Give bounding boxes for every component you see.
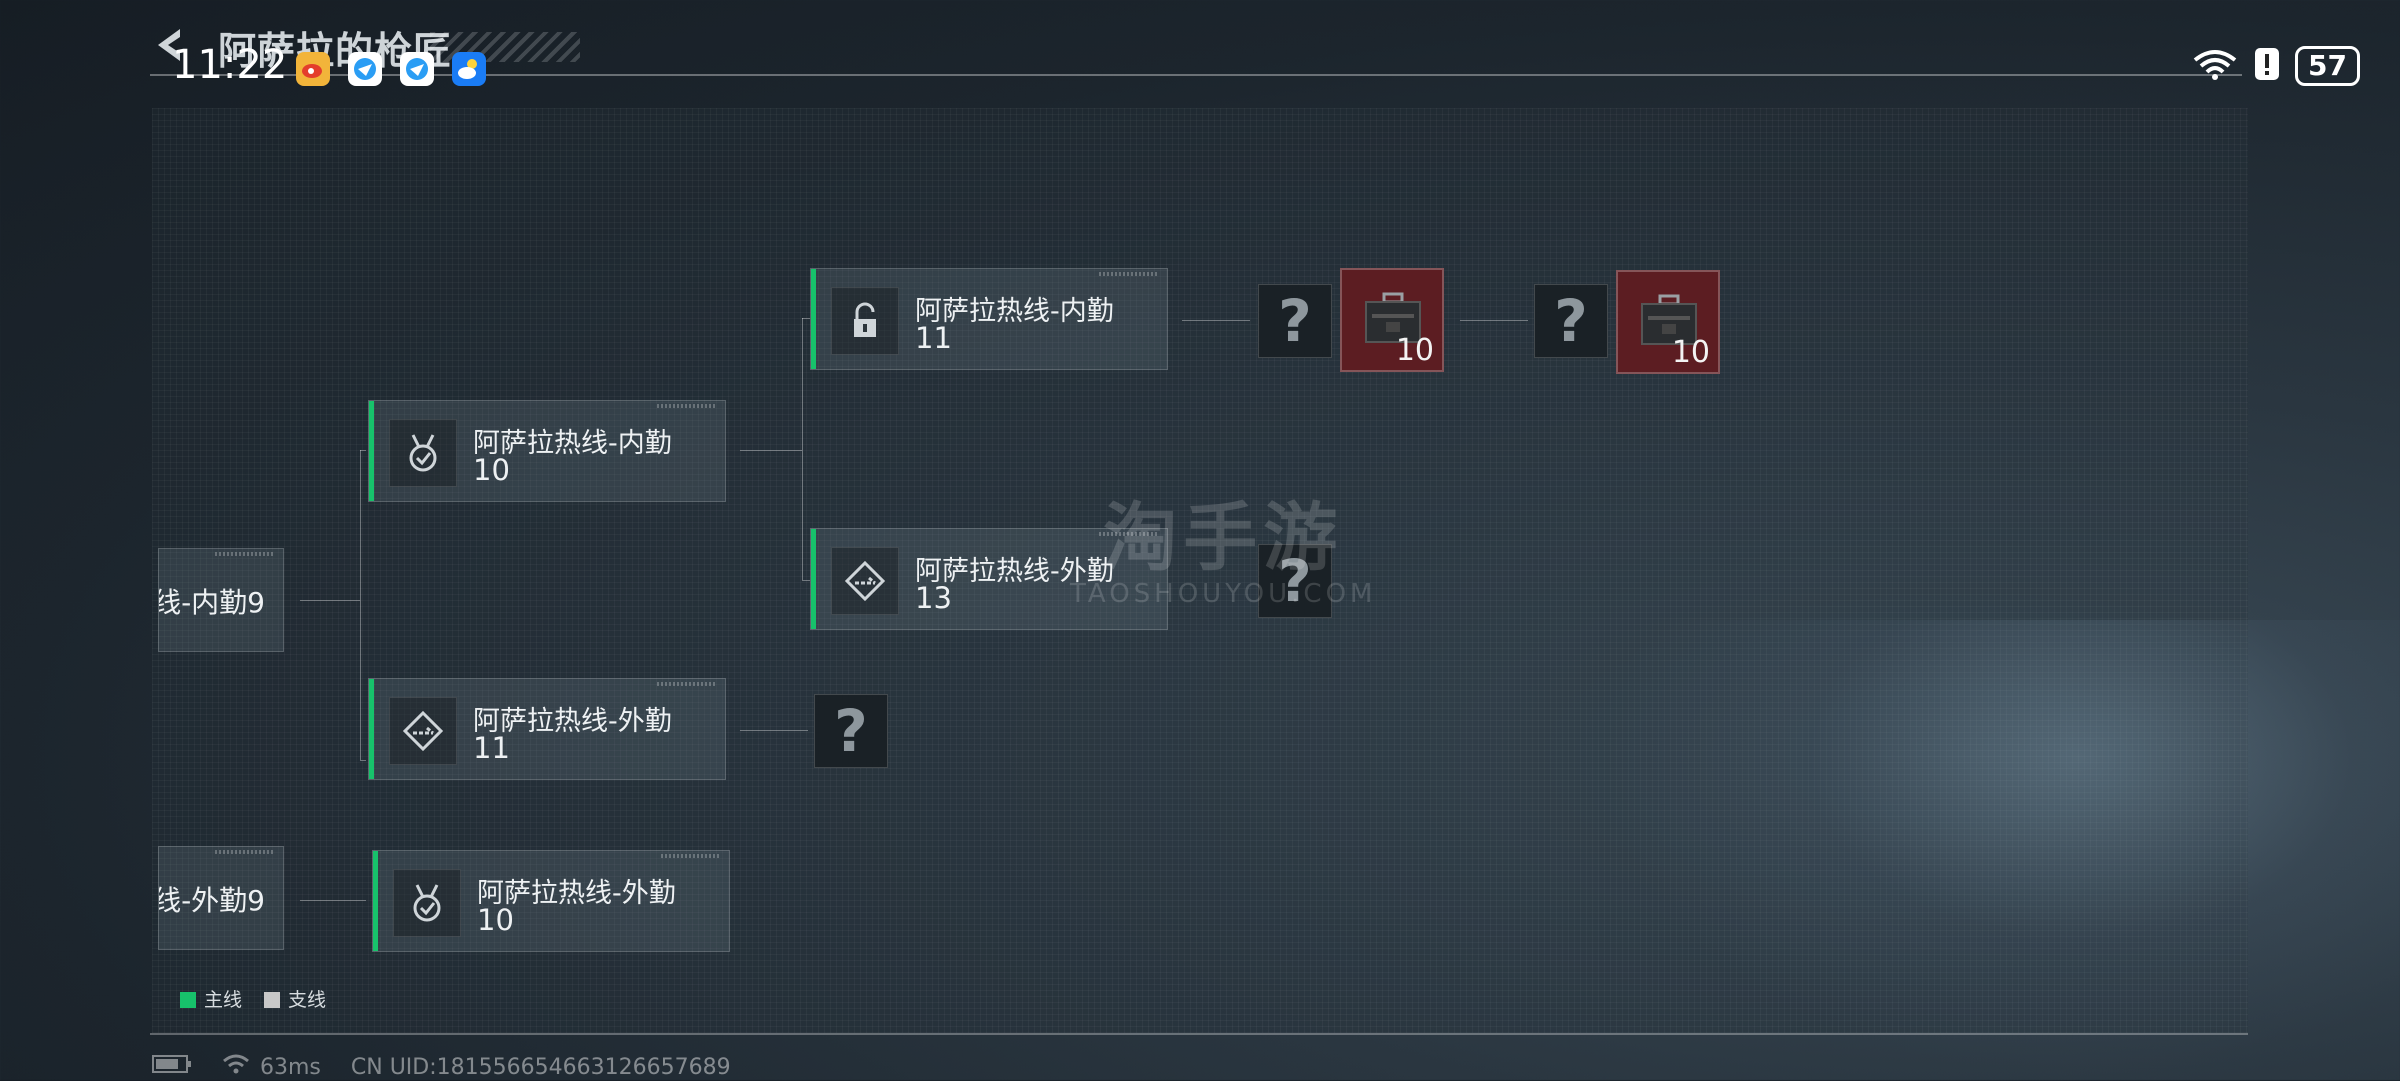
reward-item[interactable]: 10	[1616, 270, 1720, 374]
card-decoration	[215, 850, 275, 854]
watermark: 淘手游 TAOSHOUYOU.COM	[1070, 478, 1376, 609]
weibo-icon	[296, 52, 330, 86]
card-decoration	[661, 854, 721, 858]
node-level: 11	[915, 321, 952, 355]
node-level: 13	[915, 581, 952, 615]
watermark-text: 淘手游	[1103, 495, 1344, 581]
footer: 63ms CN UID:1815566546631266576​89	[152, 1053, 731, 1081]
connector-line	[802, 318, 810, 319]
legend-main-swatch	[180, 992, 196, 1008]
status-right: 57	[2191, 46, 2360, 86]
tree-node[interactable]: 阿萨拉热线-外勤 11	[368, 678, 726, 780]
node-level: 10	[477, 903, 514, 937]
weather-icon	[452, 52, 486, 86]
unknown-reward[interactable]: ?	[1258, 284, 1332, 358]
ping-indicator: 63ms	[222, 1053, 321, 1081]
status-time: 11:22	[172, 42, 288, 88]
tree-node-partial[interactable]: 线-内勤9	[158, 548, 284, 652]
connector-line	[802, 580, 810, 581]
main-line-marker	[373, 851, 378, 951]
card-decoration	[657, 404, 717, 408]
app-icon	[400, 52, 434, 86]
connector-line	[360, 760, 366, 761]
connector-line	[1182, 320, 1250, 321]
connector-line	[300, 900, 366, 901]
reward-count: 10	[1395, 333, 1434, 368]
medal-icon	[393, 869, 461, 937]
connector-line	[740, 730, 808, 731]
legend: 主线 支线	[180, 985, 326, 1012]
card-decoration	[215, 552, 275, 556]
legend-side: 支线	[264, 985, 326, 1012]
legend-side-label: 支线	[288, 989, 327, 1011]
legend-side-swatch	[264, 992, 281, 1008]
main-line-marker	[811, 269, 816, 369]
card-decoration	[1099, 272, 1159, 276]
main-line-marker	[369, 679, 374, 779]
connector-line	[802, 318, 803, 580]
ping-value: 63ms	[260, 1054, 321, 1080]
tree-node[interactable]: 阿萨拉热线-内勤 10	[368, 400, 726, 502]
tree-node[interactable]: 阿萨拉热线-外勤 10	[372, 850, 730, 952]
medal-icon	[389, 419, 457, 487]
alert-icon	[2253, 46, 2281, 86]
battery-level: 57	[2295, 46, 2360, 86]
connector-line	[360, 450, 361, 760]
node-level: 10	[473, 453, 510, 487]
node-name: 线-外勤9	[158, 884, 265, 917]
user-uid: CN UID:1815566546631266576​89	[350, 1054, 731, 1080]
connector-line	[740, 450, 802, 451]
diamond-arrow-icon	[831, 547, 899, 615]
node-name: 线-内勤9	[158, 586, 265, 619]
unknown-reward[interactable]: ?	[1534, 284, 1608, 358]
legend-main-label: 主线	[204, 989, 243, 1011]
reward-item[interactable]: 10	[1340, 268, 1444, 372]
storm-background	[1600, 620, 2400, 1080]
main-line-marker	[369, 401, 374, 501]
footer-divider	[150, 1033, 2248, 1035]
watermark-subtext: TAOSHOUYOU.COM	[1070, 579, 1377, 609]
connector-line	[300, 600, 360, 601]
legend-main: 主线	[180, 985, 242, 1012]
wifi-icon	[222, 1053, 250, 1081]
lock-icon	[831, 287, 899, 355]
battery-icon	[152, 1054, 192, 1080]
main-line-marker	[811, 529, 816, 629]
card-decoration	[657, 682, 717, 686]
tree-node[interactable]: 阿萨拉热线-内勤 11	[810, 268, 1168, 370]
node-level: 11	[473, 731, 510, 765]
connector-line	[1460, 320, 1528, 321]
diamond-arrow-icon	[389, 697, 457, 765]
unknown-reward[interactable]: ?	[814, 694, 888, 768]
tree-node-partial[interactable]: 线-外勤9	[158, 846, 284, 950]
app-icon	[348, 52, 382, 86]
connector-line	[360, 450, 366, 451]
wifi-icon	[2191, 46, 2239, 86]
reward-count: 10	[1671, 335, 1710, 370]
